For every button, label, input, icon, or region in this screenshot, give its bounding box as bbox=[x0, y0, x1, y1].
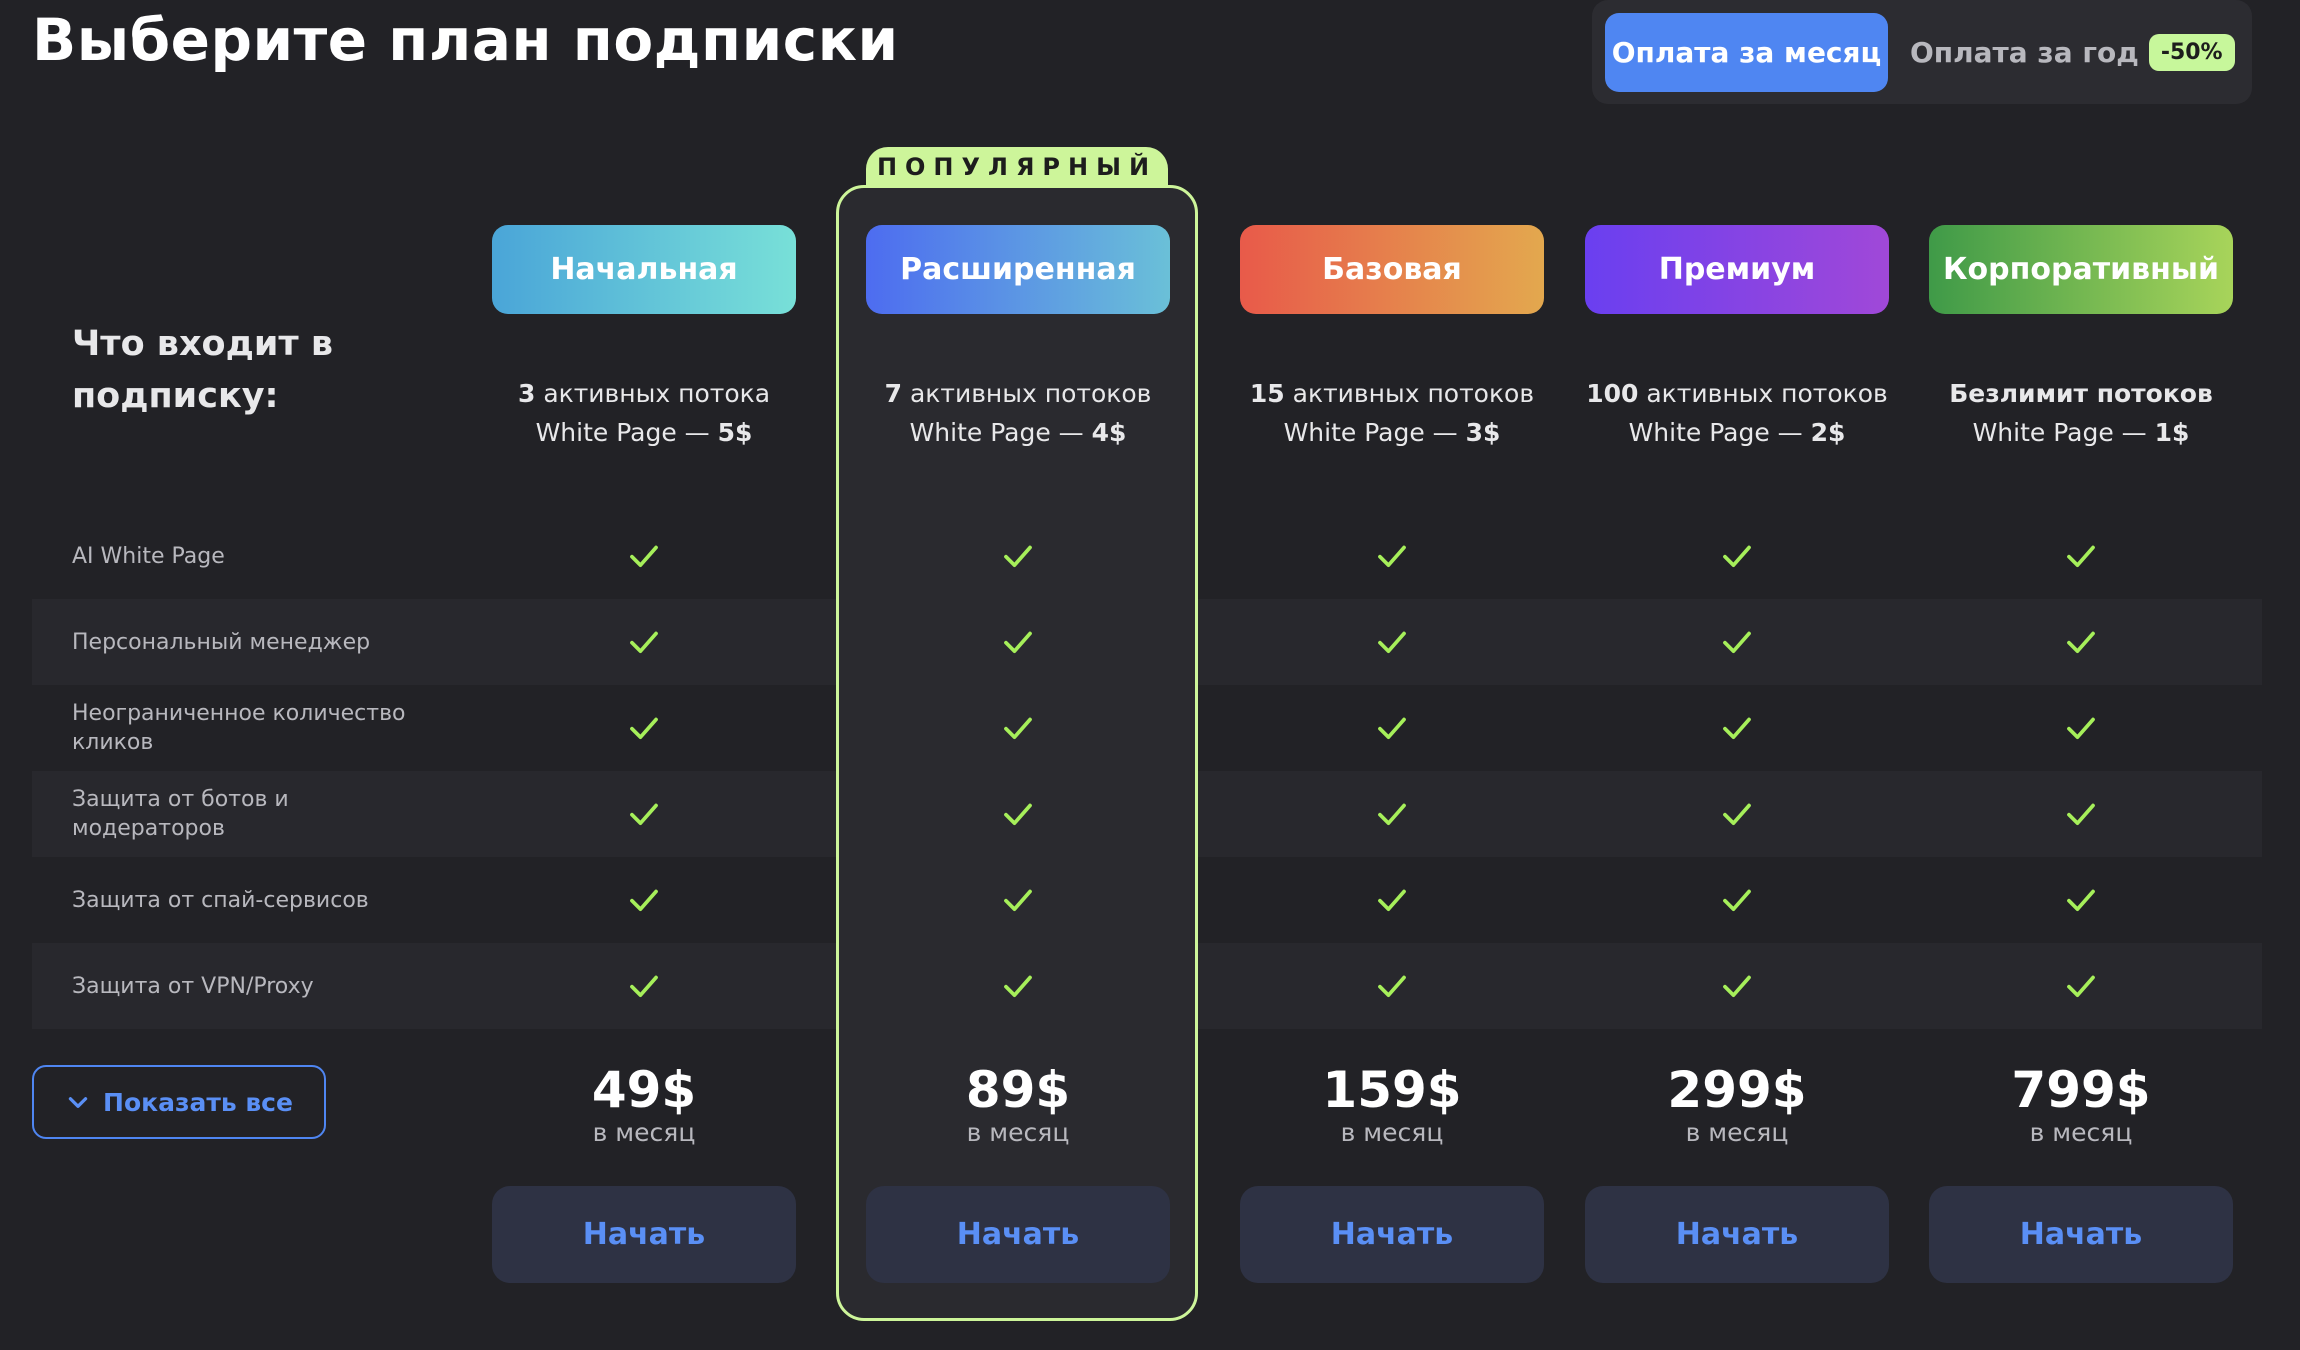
check-icon bbox=[1723, 975, 1751, 998]
page-title: Выберите план подписки bbox=[32, 6, 899, 74]
plan-price: 159$ bbox=[1322, 1061, 1462, 1119]
streams-count: 7 bbox=[884, 379, 903, 408]
plan-header-premium[interactable]: Премиум bbox=[1585, 225, 1889, 314]
popular-plan-card bbox=[836, 185, 1198, 1321]
wp-text: White Page — bbox=[1628, 418, 1811, 447]
billing-toggle: Оплата за месяц Оплата за год -50% bbox=[1592, 0, 2252, 104]
plan-streams-info: 100 активных потоков White Page — 2$ bbox=[1577, 374, 1897, 452]
wp-price: 1$ bbox=[2154, 418, 2190, 447]
check-icon bbox=[1723, 631, 1751, 654]
check-icon bbox=[1723, 545, 1751, 568]
features-heading: Что входит в подписку: bbox=[72, 324, 333, 416]
streams-count: 100 bbox=[1586, 379, 1639, 408]
yearly-billing-label: Оплата за год bbox=[1910, 36, 2139, 69]
streams-text: активных потоков bbox=[1638, 379, 1888, 408]
wp-text: White Page — bbox=[1283, 418, 1466, 447]
price-period: в месяц bbox=[1685, 1118, 1789, 1147]
yearly-billing-button[interactable]: Оплата за год -50% bbox=[1910, 13, 2235, 92]
check-icon bbox=[1723, 889, 1751, 912]
chevron-down-icon bbox=[68, 1097, 88, 1108]
check-icon bbox=[2067, 545, 2095, 568]
check-icon bbox=[1378, 545, 1406, 568]
show-all-label: Показать все bbox=[103, 1087, 293, 1117]
streams-text: активных потока bbox=[535, 379, 771, 408]
check-icon bbox=[630, 545, 658, 568]
check-icon bbox=[630, 631, 658, 654]
wp-price: 5$ bbox=[717, 418, 753, 447]
plan-price: 799$ bbox=[2011, 1061, 2151, 1119]
check-icon bbox=[1004, 975, 1032, 998]
check-icon bbox=[1004, 631, 1032, 654]
plan-streams-info: 15 активных потоков White Page — 3$ bbox=[1232, 374, 1552, 452]
feature-label: Неограниченное количество кликов bbox=[72, 701, 406, 755]
price-period: в месяц bbox=[592, 1118, 696, 1147]
popular-badge: ПОПУЛЯРНЫЙ bbox=[866, 147, 1168, 187]
feature-label: Персональный менеджер bbox=[72, 629, 371, 655]
plan-price: 89$ bbox=[965, 1061, 1071, 1119]
feature-label: AI White Page bbox=[72, 543, 225, 569]
check-icon bbox=[2067, 975, 2095, 998]
price-period: в месяц bbox=[2029, 1118, 2133, 1147]
plan-price: 299$ bbox=[1667, 1061, 1807, 1119]
check-icon bbox=[2067, 717, 2095, 740]
check-icon bbox=[1723, 803, 1751, 826]
wp-text: White Page — bbox=[1972, 418, 2155, 447]
start-button-corporate[interactable]: Начать bbox=[1929, 1186, 2233, 1283]
plan-price: 49$ bbox=[591, 1061, 697, 1119]
plan-streams-info: Безлимит потоков White Page — 1$ bbox=[1921, 374, 2241, 452]
price-period: в месяц bbox=[966, 1118, 1070, 1147]
monthly-billing-button[interactable]: Оплата за месяц bbox=[1605, 13, 1888, 92]
check-icon bbox=[630, 889, 658, 912]
check-icon bbox=[1004, 545, 1032, 568]
streams-text: активных потоков bbox=[1284, 379, 1535, 408]
streams-count: 15 bbox=[1249, 379, 1285, 408]
streams-count: 3 bbox=[517, 379, 536, 408]
wp-text: White Page — bbox=[909, 418, 1092, 447]
start-button-premium[interactable]: Начать bbox=[1585, 1186, 1889, 1283]
check-icon bbox=[2067, 889, 2095, 912]
start-button-basic[interactable]: Начать bbox=[1240, 1186, 1544, 1283]
feature-label: Защита от спай-сервисов bbox=[72, 887, 369, 913]
plan-streams-info: 7 активных потоков White Page — 4$ bbox=[858, 374, 1178, 452]
check-icon bbox=[630, 803, 658, 826]
start-button-extended[interactable]: Начать bbox=[866, 1186, 1170, 1283]
plan-header-corporate[interactable]: Корпоративный bbox=[1929, 225, 2233, 314]
wp-text: White Page — bbox=[535, 418, 718, 447]
price-period: в месяц bbox=[1340, 1118, 1444, 1147]
show-all-button[interactable]: Показать все bbox=[32, 1065, 326, 1139]
check-icon bbox=[1378, 803, 1406, 826]
check-icon bbox=[1378, 889, 1406, 912]
feature-label: Защита от VPN/Proxy bbox=[72, 973, 314, 999]
wp-price: 3$ bbox=[1465, 418, 1501, 447]
check-icon bbox=[1378, 975, 1406, 998]
plan-streams-info: 3 активных потока White Page — 5$ bbox=[484, 374, 804, 452]
streams-count: Безлимит потоков bbox=[1949, 379, 2213, 408]
plan-header-starter[interactable]: Начальная bbox=[492, 225, 796, 314]
start-button-starter[interactable]: Начать bbox=[492, 1186, 796, 1283]
check-icon bbox=[630, 717, 658, 740]
check-icon bbox=[1378, 717, 1406, 740]
check-icon bbox=[630, 975, 658, 998]
check-icon bbox=[1004, 889, 1032, 912]
wp-price: 2$ bbox=[1810, 418, 1846, 447]
feature-label: Защита от ботов и модераторов bbox=[72, 787, 289, 841]
check-icon bbox=[1004, 717, 1032, 740]
check-icon bbox=[2067, 631, 2095, 654]
streams-text: активных потоков bbox=[902, 379, 1152, 408]
check-icon bbox=[1004, 803, 1032, 826]
check-icon bbox=[1723, 717, 1751, 740]
discount-badge: -50% bbox=[2148, 34, 2235, 71]
plan-header-extended[interactable]: Расширенная bbox=[866, 225, 1170, 314]
wp-price: 4$ bbox=[1091, 418, 1127, 447]
check-icon bbox=[1378, 631, 1406, 654]
check-icon bbox=[2067, 803, 2095, 826]
plan-header-basic[interactable]: Базовая bbox=[1240, 225, 1544, 314]
